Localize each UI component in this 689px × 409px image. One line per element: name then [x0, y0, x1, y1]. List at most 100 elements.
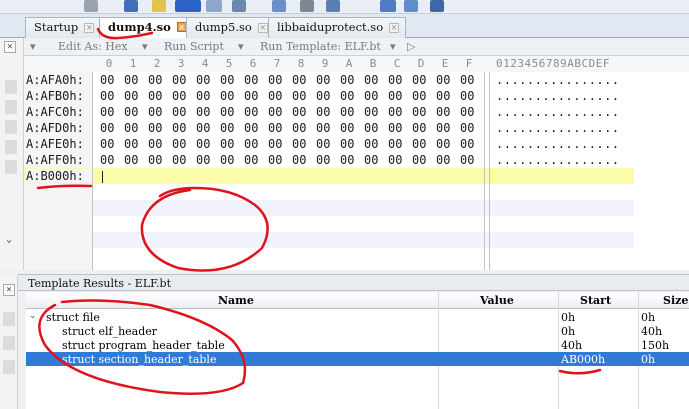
tab-label: dump4.so	[108, 20, 171, 34]
panel-handle[interactable]	[3, 336, 15, 350]
header-name[interactable]: Name	[218, 294, 254, 307]
hex-row[interactable]: A:AFD0h: 00 00 00 00 00 00 00 00 00 00 00 00 00 00 00 0…	[24, 120, 689, 136]
hex-row[interactable]: A:AFF0h: 00 00 00 00 00 00 00 00 00 00 00 00 00 00 00 0…	[24, 152, 689, 168]
row-size: 150h	[641, 339, 670, 352]
tab-label: Startup	[34, 20, 79, 34]
row-address: A:AFB0h:	[26, 89, 84, 103]
tab-libbaiduprotect[interactable]: libbaiduprotect.so ×	[268, 17, 407, 38]
chevron-down-icon: ▾	[238, 40, 244, 53]
menu-icon[interactable]: ▾	[30, 40, 36, 53]
close-icon[interactable]: ×	[389, 23, 400, 33]
hex-row-current[interactable]: A:B000h:	[24, 168, 689, 184]
row-bytes[interactable]: 00 00 00 00 00 00 00 00 00 00 00 00 00 00 00 00	[100, 105, 484, 119]
chart-icon[interactable]	[380, 0, 396, 12]
grid-icon[interactable]	[272, 0, 286, 12]
hex-row[interactable]: A:AFE0h: 00 00 00 00 00 00 00 00 00 00 00 00 00 00 00 0…	[24, 136, 689, 152]
row-address: A:AFE0h:	[26, 137, 84, 151]
col-label: E	[441, 57, 449, 70]
tree-row-selected[interactable]: struct section_header_table AB000h 0h	[26, 352, 689, 366]
empty-band	[92, 200, 634, 216]
header-value[interactable]: Value	[480, 294, 514, 307]
col-label: A	[345, 57, 353, 70]
row-bytes[interactable]: 00 00 00 00 00 00 00 00 00 00 00 00 00 00 00 00	[100, 137, 484, 151]
row-size: 0h	[641, 311, 656, 324]
col-label: 0	[105, 57, 113, 70]
run-template-button[interactable]: Run Template: ELF.bt	[260, 40, 381, 53]
row-ascii[interactable]: ................	[496, 105, 620, 119]
column-separator	[484, 72, 485, 270]
col-label: 7	[273, 57, 281, 70]
row-ascii[interactable]: ................	[496, 153, 620, 167]
sort-icon[interactable]	[430, 0, 444, 12]
row-bytes[interactable]: 00 00 00 00 00 00 00 00 00 00 00 00 00 00 00 00	[100, 89, 484, 103]
panel-handle[interactable]	[5, 120, 17, 134]
play-icon[interactable]: ▷	[407, 40, 415, 53]
empty-band	[92, 232, 634, 248]
tab-dump4[interactable]: dump4.so ×	[99, 17, 194, 39]
col-label: 9	[321, 57, 329, 70]
edit-as-dropdown[interactable]: Edit As: Hex	[58, 40, 128, 53]
chevron-down-icon: ▾	[142, 40, 148, 53]
panel-handle[interactable]	[5, 100, 17, 114]
row-name: struct elf_header	[62, 325, 158, 338]
hex-mode-icon[interactable]	[175, 0, 201, 12]
panel-handle[interactable]	[3, 360, 15, 374]
hex-row[interactable]: A:AFC0h: 00 00 00 00 00 00 00 00 00 00 00 00 00 00 00 0…	[24, 104, 689, 120]
row-name: struct program_header_table	[62, 339, 225, 352]
row-start: 0h	[561, 311, 576, 324]
col-label: 1	[129, 57, 137, 70]
row-ascii[interactable]: ................	[496, 137, 620, 151]
panel-handle[interactable]	[5, 140, 17, 154]
tab-label: libbaiduprotect.so	[277, 20, 384, 34]
binary-icon[interactable]	[232, 0, 246, 12]
ascii-header: 0123456789ABCDEF	[496, 57, 610, 70]
close-icon[interactable]: ×	[84, 23, 95, 33]
col-label: B	[369, 57, 377, 70]
print-icon[interactable]	[84, 0, 98, 12]
editor-right-margin	[634, 72, 689, 270]
row-ascii[interactable]: ................	[496, 121, 620, 135]
row-ascii[interactable]: ................	[496, 73, 620, 87]
header-size[interactable]: Size	[663, 294, 688, 307]
chevron-down-icon[interactable]: ⌄	[29, 311, 37, 321]
tree-row[interactable]: ⌄ struct file 0h 0h	[26, 310, 689, 324]
hex-editor[interactable]: 0 1 2 3 4 5 6 7 8 9 A B C D E F 01234567…	[24, 56, 689, 270]
highlight-icon[interactable]	[152, 0, 166, 12]
scroll-down-icon[interactable]: ⌄	[6, 234, 12, 245]
close-icon[interactable]: ×	[257, 23, 268, 33]
row-size: 40h	[641, 325, 663, 338]
run-script-button[interactable]: Run Script	[164, 40, 224, 53]
wrap-icon[interactable]	[206, 0, 222, 12]
tab-startup[interactable]: Startup ×	[25, 17, 102, 38]
row-start: AB000h	[561, 353, 606, 366]
row-bytes[interactable]: 00 00 00 00 00 00 00 00 00 00 00 00 00 00 00 00	[100, 153, 484, 167]
col-label: 5	[225, 57, 233, 70]
row-bytes[interactable]: 00 00 00 00 00 00 00 00 00 00 00 00 00 00 00 00	[100, 73, 484, 87]
hex-row[interactable]: A:AFA0h: 00 00 00 00 00 00 00 00 00 00 00 00 00 00 00 0…	[24, 72, 689, 88]
calculator-icon[interactable]	[300, 0, 314, 12]
file-tabs: Startup × dump4.so × dump5.so × libbaidupro…	[0, 14, 689, 39]
close-panel-icon[interactable]: ×	[3, 284, 15, 296]
hex-row[interactable]: A:AFB0h: 00 00 00 00 00 00 00 00 00 00 00 00 00 00 00 0…	[24, 88, 689, 104]
tree-row[interactable]: struct elf_header 0h 40h	[26, 324, 689, 338]
panel-handle[interactable]	[3, 312, 15, 326]
header-start[interactable]: Start	[580, 294, 611, 307]
editor-toolbar: ▾ Edit As: Hex ▾ Run Script ▾ Run Templa…	[24, 38, 689, 56]
col-label: 6	[249, 57, 257, 70]
tree-row[interactable]: struct program_header_table 40h 150h	[26, 338, 689, 352]
row-bytes[interactable]: 00 00 00 00 00 00 00 00 00 00 00 00 00 00 00 00	[100, 121, 484, 135]
tab-dump5[interactable]: dump5.so ×	[186, 17, 275, 38]
close-panel-icon[interactable]: ×	[4, 41, 16, 53]
row-ascii[interactable]: ................	[496, 89, 620, 103]
panel-handle[interactable]	[5, 160, 17, 174]
compare-icon[interactable]	[404, 0, 418, 12]
column-separator	[92, 72, 93, 270]
disk-icon[interactable]	[326, 0, 340, 12]
template-results-title: Template Results - ELF.bt	[18, 274, 689, 291]
panel-handle[interactable]	[5, 80, 17, 94]
row-address: A:AFF0h:	[26, 153, 84, 167]
col-label: 8	[297, 57, 305, 70]
col-label: D	[417, 57, 425, 70]
template-results-grid[interactable]: Name Value Start Size ⌄ struct file 0h 0…	[26, 292, 689, 409]
font-icon[interactable]	[124, 0, 138, 12]
